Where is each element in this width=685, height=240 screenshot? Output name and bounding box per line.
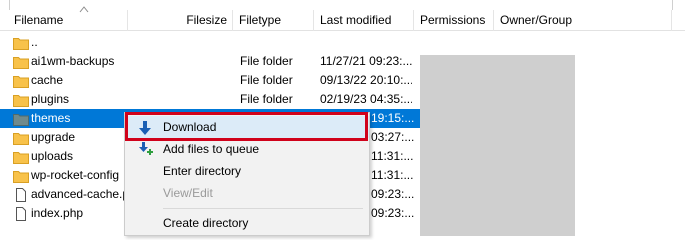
- file-type: File folder: [240, 92, 293, 106]
- file-type: File folder: [240, 54, 293, 68]
- folder-icon: [13, 152, 29, 164]
- divider: [672, 0, 685, 10]
- file-modified: 11/27/21 09:23:...: [320, 54, 412, 68]
- file-name: uploads: [31, 149, 74, 163]
- menu-item-label: Add files to queue: [163, 142, 260, 156]
- file-row-parent[interactable]: ..: [0, 33, 685, 52]
- column-owner-group[interactable]: Owner/Group: [494, 10, 672, 31]
- folder-icon: [13, 38, 29, 50]
- top-strip: [0, 0, 685, 10]
- file-modified: 02/19/23 04:35:...: [320, 92, 412, 106]
- column-last-modified[interactable]: Last modified: [314, 10, 414, 31]
- file-modified: 19:15:...: [371, 111, 415, 125]
- file-name: plugins: [31, 92, 70, 106]
- menu-item-create-directory[interactable]: Create directory: [125, 212, 369, 234]
- file-type: File folder: [240, 73, 293, 87]
- file-modified: 09/13/22 20:10:...: [320, 73, 412, 87]
- menu-item-view-edit[interactable]: View/Edit: [125, 182, 369, 204]
- menu-item-label: Create directory: [163, 216, 249, 230]
- column-permissions[interactable]: Permissions: [414, 10, 494, 31]
- file-icon: [16, 207, 26, 221]
- file-row[interactable]: cache File folder 09/13/22 20:10:...: [0, 71, 685, 90]
- column-filesize[interactable]: Filesize: [128, 10, 233, 31]
- menu-item-add-to-queue[interactable]: Add files to queue: [125, 138, 369, 160]
- folder-icon: [13, 76, 29, 88]
- file-modified: 11:31:...: [371, 168, 414, 182]
- file-name: ai1wm-backups: [31, 54, 115, 68]
- file-modified: 09:23:...: [371, 206, 415, 220]
- file-name: wp-rocket-config: [31, 168, 120, 182]
- file-modified: 03:27:...: [371, 130, 415, 144]
- folder-icon: [13, 133, 29, 145]
- folder-icon: [13, 114, 29, 126]
- file-name: themes: [31, 111, 71, 125]
- file-icon: [16, 188, 26, 202]
- download-highlight-box: [125, 112, 368, 141]
- file-name: index.php: [31, 206, 84, 220]
- add-to-queue-icon: [139, 142, 153, 155]
- file-name: upgrade: [31, 130, 76, 144]
- folder-icon: [13, 95, 29, 107]
- file-modified: 11:31:...: [371, 149, 414, 163]
- file-row[interactable]: ai1wm-backups File folder 11/27/21 09:23…: [0, 52, 685, 71]
- file-name: advanced-cache.p: [31, 187, 126, 201]
- file-name: ..: [31, 35, 38, 49]
- column-filetype[interactable]: Filetype: [233, 10, 314, 31]
- menu-item-label: Enter directory: [163, 164, 242, 178]
- file-modified: 09:23:...: [371, 187, 415, 201]
- menu-item-label: View/Edit: [163, 186, 213, 200]
- column-header-bar: Filename Filesize Filetype Last modified…: [0, 6, 685, 31]
- file-name: cache: [31, 73, 64, 87]
- divider: [0, 0, 10, 10]
- column-filename[interactable]: Filename: [0, 10, 128, 31]
- folder-icon: [13, 171, 29, 183]
- folder-icon: [13, 57, 29, 69]
- menu-separator: [163, 208, 363, 209]
- menu-item-enter-directory[interactable]: Enter directory: [125, 160, 369, 182]
- file-row[interactable]: plugins File folder 02/19/23 04:35:...: [0, 90, 685, 109]
